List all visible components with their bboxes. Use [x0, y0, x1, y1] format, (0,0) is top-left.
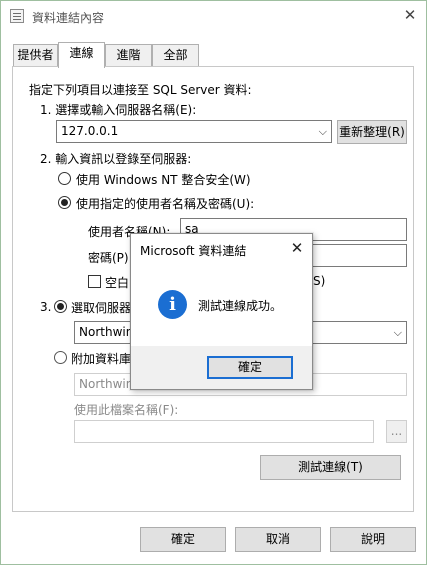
message-dialog-title: Microsoft 資料連結 — [140, 244, 247, 258]
tab-provider[interactable]: 提供者 — [13, 44, 58, 67]
refresh-button[interactable]: 重新整理(R) — [337, 120, 407, 144]
step1-label: 1. 選擇或輸入伺服器名稱(E): — [40, 103, 197, 117]
radio-attach-database-label: 附加資料庫 — [71, 352, 132, 366]
chevron-down-icon: ⌵ — [393, 326, 402, 339]
radio-specific-user-label: 使用指定的使用者名稱及密碼(U): — [76, 197, 255, 211]
blank-password-checkbox[interactable] — [88, 275, 101, 288]
app-icon — [10, 9, 24, 23]
password-label: 密碼(P): — [88, 251, 133, 265]
filename-label: 使用此檔案名稱(F): — [74, 403, 179, 417]
step3-label: 3. — [40, 300, 52, 314]
database-value: Northwin — [79, 325, 134, 339]
message-text: 測試連線成功。 — [198, 299, 283, 313]
tab-connection[interactable]: 連線 — [58, 42, 105, 68]
test-connection-button[interactable]: 測試連線(T) — [260, 455, 401, 480]
radio-windows-auth-label: 使用 Windows NT 整合安全(W) — [76, 173, 251, 187]
allow-save-label: S) — [313, 274, 326, 288]
server-value: 127.0.0.1 — [61, 124, 119, 138]
radio-select-database-label: 選取伺服器 — [71, 301, 132, 315]
browse-button[interactable]: ... — [386, 420, 407, 443]
tab-advanced[interactable]: 進階 — [105, 44, 152, 67]
cancel-button[interactable]: 取消 — [235, 527, 321, 552]
step2-label: 2. 輸入資訊以登錄至伺服器: — [40, 152, 192, 166]
server-combobox[interactable]: 127.0.0.1 ⌵ — [56, 120, 332, 143]
message-dialog: Microsoft 資料連結 ✕ i 測試連線成功。 確定 — [130, 233, 313, 390]
filename-input[interactable] — [74, 420, 374, 443]
blank-password-label: 空白 — [105, 276, 130, 290]
info-icon: i — [158, 290, 187, 319]
close-icon[interactable]: ✕ — [399, 5, 421, 25]
help-button[interactable]: 說明 — [330, 527, 416, 552]
radio-attach-database[interactable] — [54, 351, 67, 364]
intro-text: 指定下列項目以連接至 SQL Server 資料: — [29, 83, 252, 97]
radio-select-database[interactable] — [54, 300, 67, 313]
tab-all[interactable]: 全部 — [152, 44, 199, 67]
window-title: 資料連結內容 — [32, 11, 105, 25]
close-icon[interactable]: ✕ — [286, 238, 308, 258]
message-ok-button[interactable]: 確定 — [207, 356, 293, 379]
ok-button[interactable]: 確定 — [140, 527, 226, 552]
radio-specific-user[interactable] — [58, 196, 71, 209]
radio-windows-auth[interactable] — [58, 172, 71, 185]
chevron-down-icon: ⌵ — [318, 125, 327, 138]
